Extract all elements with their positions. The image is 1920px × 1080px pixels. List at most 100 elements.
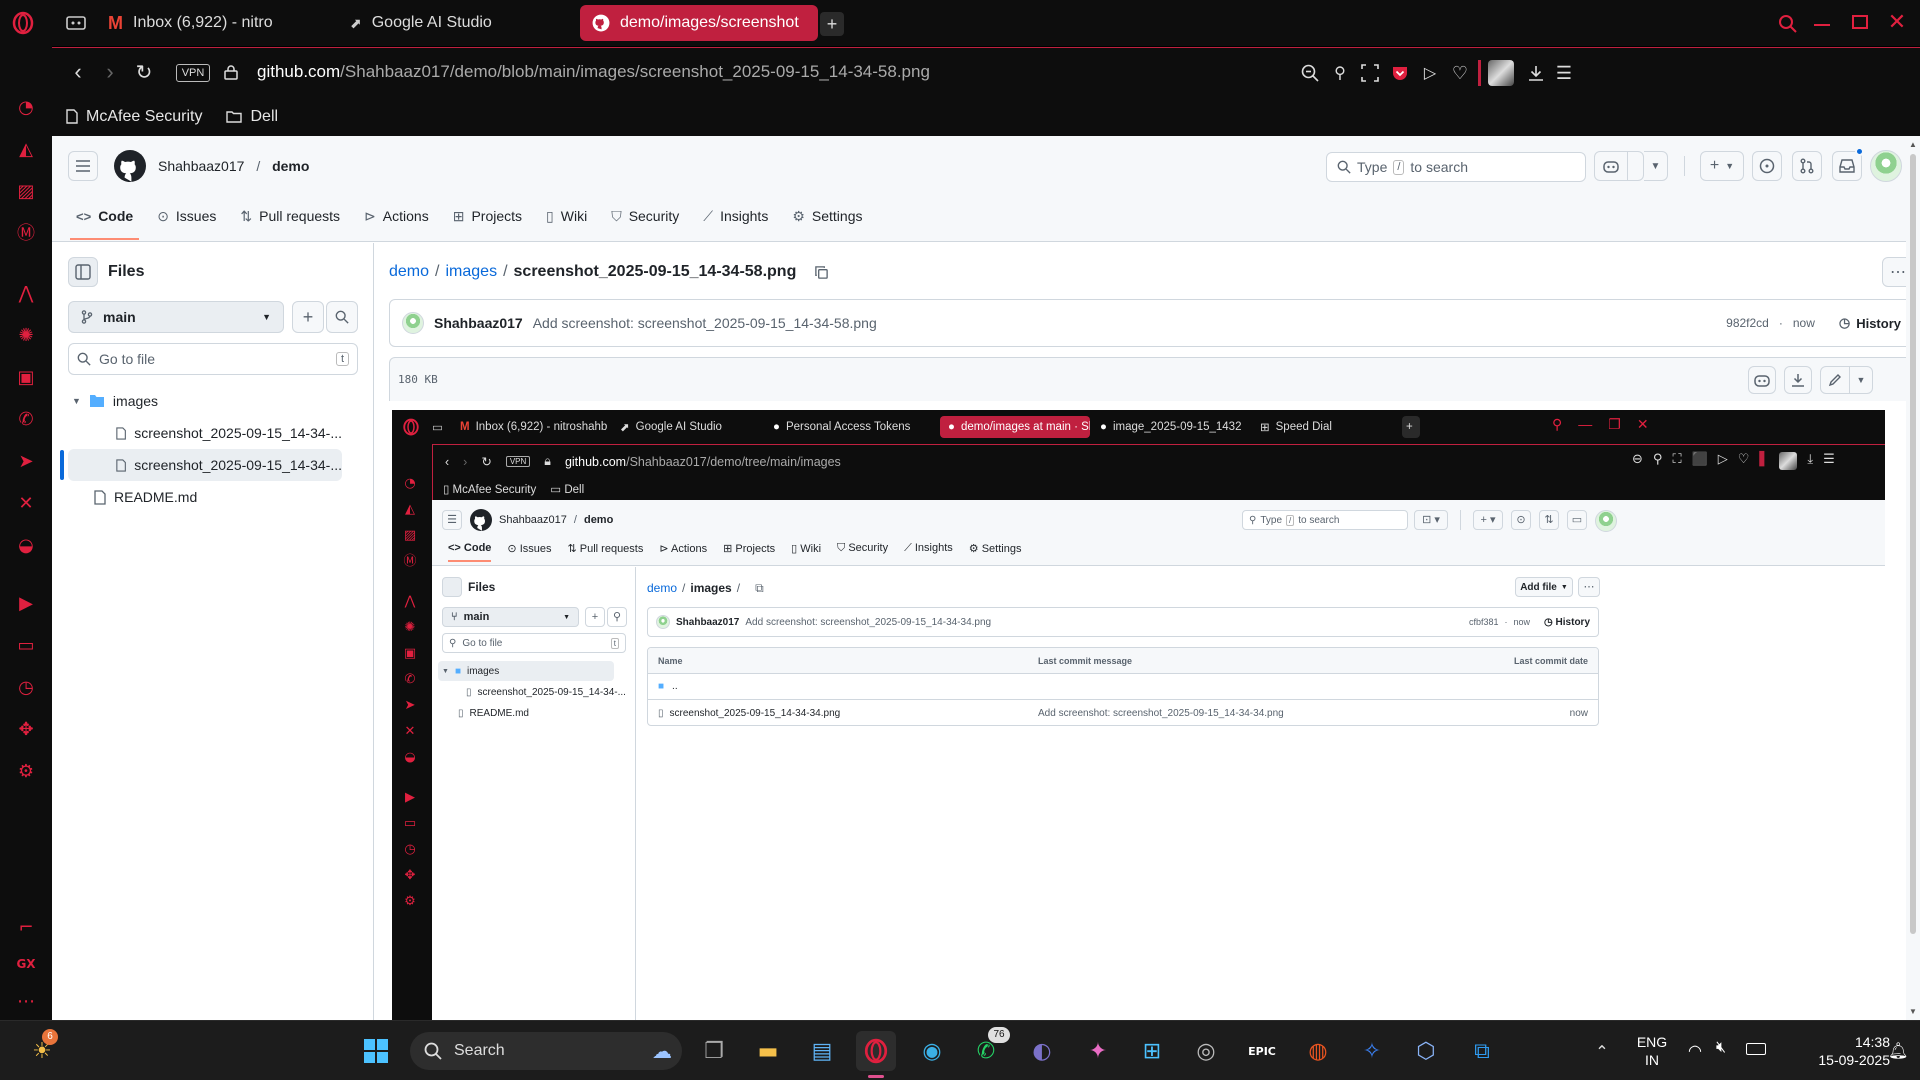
scroll-thumb[interactable] [1910,154,1916,934]
create-new-button[interactable]: + ▼ [1700,151,1744,181]
tab-security[interactable]: ⛉ Security [611,196,679,236]
tray-overflow-icon[interactable]: ⌃ [1582,1031,1622,1071]
back-button[interactable]: ‹ [66,59,90,84]
scroll-up-arrow-icon[interactable]: ▲ [1909,140,1917,149]
tab-settings[interactable]: ⚙ Settings [792,196,862,236]
collapse-sidebar-button[interactable] [68,257,98,287]
tree-file-readme[interactable]: README.md [68,481,358,513]
more-icon[interactable]: ⋯ [14,990,38,1014]
bookmark-mcafee[interactable]: McAfee Security [66,108,202,126]
gx-control-icon[interactable]: ⌐ [14,916,38,940]
search-input[interactable]: Type / to search [1326,152,1586,182]
extensions-icon[interactable]: ✥ [14,718,38,742]
battery-icon[interactable] [1746,1043,1766,1055]
edit-file-button[interactable] [1820,366,1850,394]
vpn-badge[interactable]: VPN [176,64,210,82]
gx-logo-icon[interactable]: GX [14,952,38,976]
music-icon[interactable]: Ⓜ [14,222,38,246]
tab-actions[interactable]: ⊳ Actions [364,196,429,236]
vscode-icon[interactable]: ⧉ [1462,1031,1502,1071]
history-icon[interactable]: ◷ [14,676,38,700]
tree-file[interactable]: screenshot_2025-09-15_14-34-... [68,417,342,449]
zoom-icon[interactable] [1298,61,1322,85]
tree-folder-images[interactable]: ▼ images [68,385,358,417]
tab-wiki[interactable]: ▯ Wiki [546,196,587,236]
new-tab-button[interactable]: + [820,12,844,36]
copilot-file-button[interactable] [1748,366,1776,394]
discord-icon[interactable]: ◒ [14,534,38,558]
download-icon[interactable] [1524,61,1548,85]
task-view-icon[interactable]: ❐ [694,1031,734,1071]
author-avatar[interactable] [402,312,424,334]
gx-news-icon[interactable]: ▨ [14,180,38,204]
opera-gx-icon[interactable] [856,1031,896,1071]
restore-button[interactable] [1852,15,1868,29]
speed-dial-icon[interactable]: ◔ [14,96,38,120]
edge-icon[interactable]: ◉ [912,1031,952,1071]
taskbar-search[interactable]: Search ☁ [410,1032,682,1070]
minimize-button[interactable] [1814,24,1830,26]
search-files-button[interactable] [326,301,358,333]
tree-file-selected[interactable]: screenshot_2025-09-15_14-34-... [68,449,342,481]
aria-ai-icon[interactable]: ⋀ [14,282,38,306]
telegram-icon[interactable]: ➤ [14,450,38,474]
wallet-icon[interactable]: ▭ [14,634,38,658]
twitch-icon[interactable]: ▣ [14,366,38,390]
branch-selector[interactable]: main ▼ [68,301,284,333]
repo-link[interactable]: demo [272,158,309,174]
tab-issues[interactable]: ⊙ Issues [157,196,216,236]
avatar[interactable] [1870,150,1902,182]
start-button[interactable] [356,1031,396,1071]
steam-icon[interactable]: ◎ [1186,1031,1226,1071]
whatsapp-icon[interactable]: ✆ [14,408,38,432]
lock-icon[interactable] [222,62,240,82]
player-icon[interactable]: ▶ [14,592,38,616]
easy-setup-icon[interactable]: ☰ [1552,61,1576,85]
notification-bell-icon[interactable]: 🔔︎ [1888,1041,1908,1061]
chevron-down-icon[interactable]: ▼ [1644,151,1668,181]
pocket-icon[interactable] [1388,61,1412,85]
history-button[interactable]: ◷ History [1839,315,1901,331]
add-file-button[interactable]: + [292,301,324,333]
issues-button[interactable] [1752,151,1782,181]
url-field[interactable]: github.com/Shahbaaz017/demo/blob/main/im… [257,62,930,86]
close-window-button[interactable]: ✕ [1886,9,1908,34]
tab-github-active[interactable]: demo/images/screenshot [580,5,818,41]
snapshot-icon[interactable] [1358,61,1382,85]
microsoft-store-icon[interactable]: ⊞ [1132,1031,1172,1071]
eclipse-icon[interactable]: ◐ [1022,1031,1062,1071]
github-logo-icon[interactable] [114,150,146,182]
volume-mute-icon[interactable]: 🔇︎ [1716,1039,1726,1057]
opera-menu-icon[interactable] [10,10,36,36]
heart-icon[interactable]: ♡ [1448,61,1472,85]
breadcrumb-repo-link[interactable]: demo [389,263,429,281]
edit-menu-button[interactable]: ▼ [1849,366,1873,394]
owner-link[interactable]: Shahbaaz017 [158,158,244,174]
copilot-button[interactable] [1594,151,1644,181]
aria-icon[interactable]: ◭ [14,138,38,162]
profile-avatar[interactable] [1488,60,1514,86]
epic-games-icon[interactable]: EPIC [1242,1031,1282,1071]
x-icon[interactable]: ✕ [14,492,38,516]
virtualbox-icon[interactable]: ⬡ [1406,1031,1446,1071]
tab-code[interactable]: <> Code [70,196,140,240]
reload-button[interactable]: ↻ [132,60,156,84]
notepad-icon[interactable]: ▤ [802,1031,842,1071]
tab-pull-requests[interactable]: ⇅ Pull requests [240,196,340,236]
copy-path-icon[interactable] [814,265,829,280]
go-to-file-input[interactable]: Go to file t [68,343,358,375]
file-explorer-icon[interactable]: ▬ [748,1031,788,1071]
commit-author[interactable]: Shahbaaz017 [434,315,523,331]
commit-hash[interactable]: 982f2cd [1726,316,1769,330]
tab-ai-studio[interactable]: ⬈ Google AI Studio [338,5,538,41]
settings-icon[interactable]: ⚙ [14,760,38,784]
bookmark-dell[interactable]: Dell [226,108,278,126]
hamburger-menu-button[interactable] [68,151,98,181]
forward-button[interactable]: › [98,59,122,84]
language-indicator[interactable]: ENG IN [1632,1033,1672,1069]
clock[interactable]: 14:38 15-09-2025 [1790,1033,1890,1069]
tab-gmail[interactable]: M Inbox (6,922) - nitroshahb [96,5,272,41]
app-icon[interactable]: ✧ [1352,1031,1392,1071]
send-icon[interactable]: ▷ [1418,61,1442,85]
search-tabs-icon[interactable] [1776,12,1800,36]
